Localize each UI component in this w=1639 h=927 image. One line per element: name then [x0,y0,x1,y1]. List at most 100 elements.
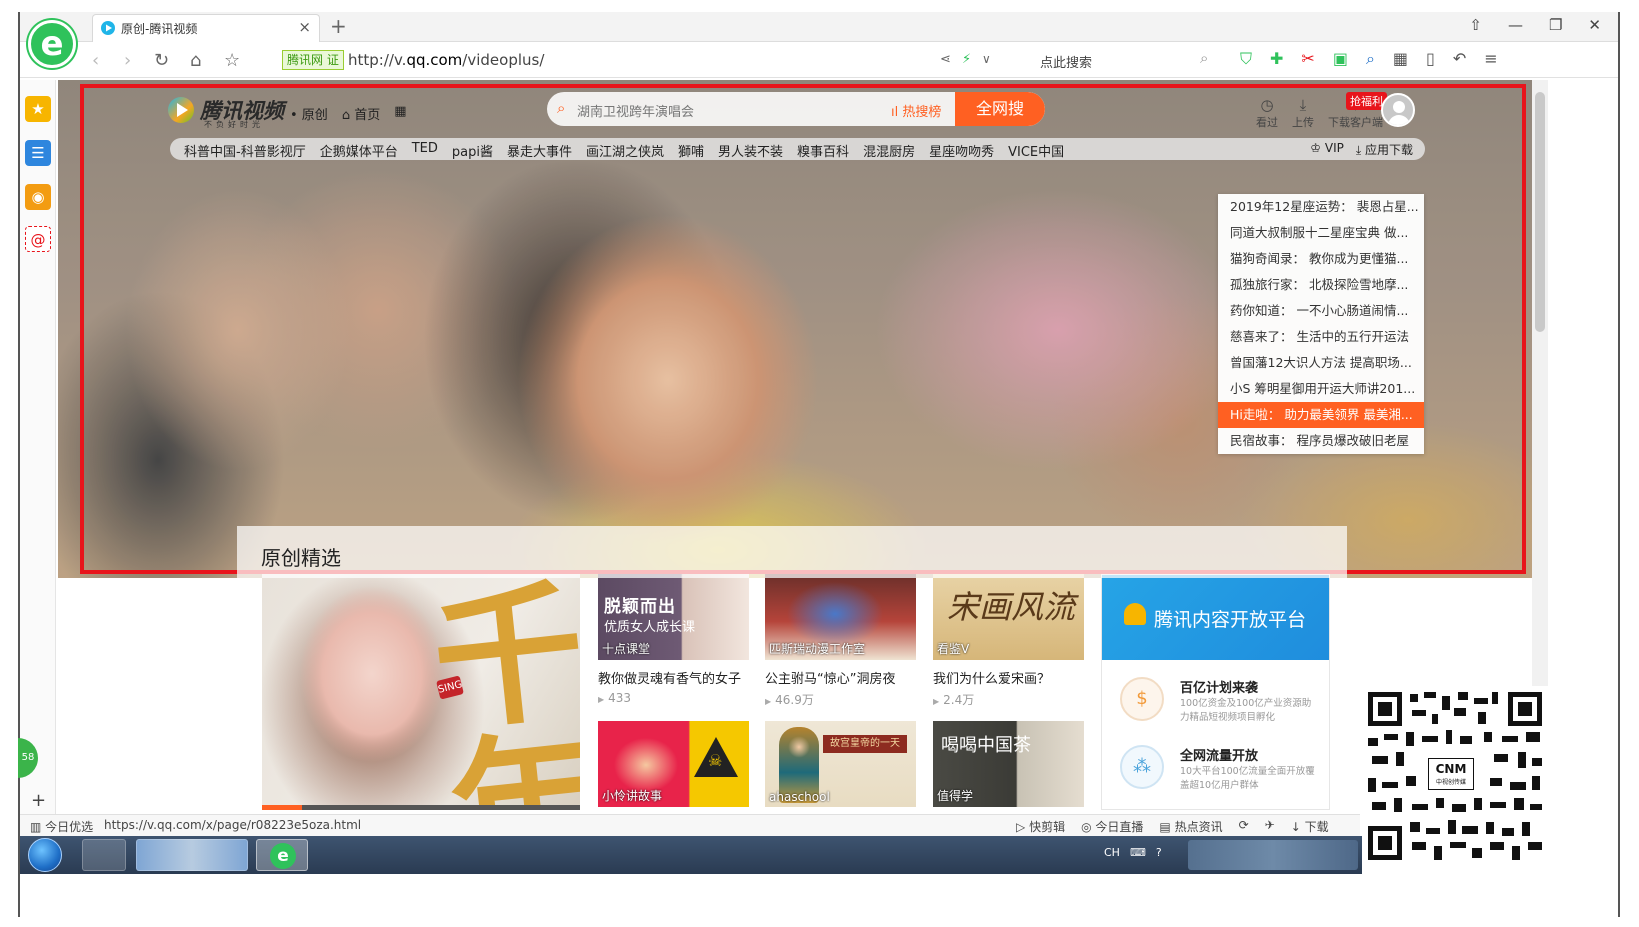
app-download-link[interactable]: ⤓ 应用下载 [1356,141,1413,158]
video-thumbnail[interactable]: 匹斯瑞动漫工作室 [765,574,916,660]
scissors-icon[interactable]: ✂ [1301,49,1314,69]
promo-item[interactable]: ⁂ 全网流量开放 10大平台100亿流量全面开放覆盖超10亿用户群体 [1102,737,1331,805]
share-icon[interactable]: ⋖ [940,52,951,67]
channel-item[interactable]: 科普中国-科普影视厅 [184,141,306,160]
history-button[interactable]: ◷ 看过 [1256,96,1278,130]
search-input[interactable]: 点此搜索 [1040,52,1092,71]
forward-icon[interactable]: › [124,50,131,71]
weibo-icon[interactable]: ◉ [25,184,51,210]
nav-original[interactable]: • 原创 [290,104,328,123]
video-search-input[interactable]: 湖南卫视跨年演唱会 [577,101,694,120]
list-item[interactable]: 同道大叔制服十二星座宝典 做... [1218,220,1424,246]
list-item[interactable]: 慈喜来了： 生活中的五行开运法 [1218,324,1424,350]
refresh-icon[interactable]: ⟳ [1239,818,1249,835]
list-item-active[interactable]: Hi走啦： 助力最美领界 最美湘... [1218,402,1424,428]
video-thumbnail[interactable]: 宋画风流 看鉴V [933,574,1084,660]
tab-active[interactable]: 原创-腾讯视频 × [92,14,320,42]
nav-home[interactable]: ⌂ 首页 [342,104,380,123]
magnifier-icon[interactable]: ⌕ [1366,49,1375,69]
mail-icon[interactable]: @ [25,226,51,252]
channel-item[interactable]: papi酱 [452,141,493,160]
search-icon[interactable]: ⌕ [1200,49,1208,67]
channel-item[interactable]: 獅哺 [678,141,704,160]
content-platform-promo[interactable]: 腾讯内容开放平台 $ 百亿计划来袭 100亿资金及100亿产业资源助力精品短视频… [1101,574,1330,810]
list-item[interactable]: 药你知道： 一不小心肠道闹情... [1218,298,1424,324]
undo-icon[interactable]: ↶ [1453,49,1466,69]
video-card[interactable]: 小怜讲故事 [598,721,749,807]
channel-item[interactable]: 企鹅媒体平台 [320,141,398,160]
video-thumbnail[interactable]: 脱颖而出 优质女人成长课 十点课堂 [598,574,749,660]
video-card[interactable]: 宋画风流 看鉴V 我们为什么爱宋画？ 2.4万 [933,574,1084,708]
browser-logo-icon[interactable]: e [28,20,76,68]
video-card[interactable]: 匹斯瑞动漫工作室 公主驸马“惊心”洞房夜 46.9万 [765,574,916,708]
channel-item[interactable]: 星座吻吻秀 [929,141,994,160]
video-thumbnail[interactable]: 小怜讲故事 [598,721,749,807]
featured-big-video[interactable]: 千年 SING [262,574,580,810]
help-icon[interactable]: ? [1156,846,1162,859]
taskbar-app-button[interactable] [82,839,126,871]
favorite-star-icon[interactable]: ☆ [224,50,240,71]
news-link[interactable]: ▤ 热点资讯 [1159,818,1222,835]
promo-item[interactable]: $ 百亿计划来袭 100亿资金及100亿产业资源助力精品短视频项目孵化 [1102,669,1331,737]
channel-item[interactable]: 画江湖之侠岚 [586,141,664,160]
reader-icon[interactable]: ▯ [1426,49,1435,69]
close-button[interactable]: ✕ [1588,16,1601,34]
scroll-thumb[interactable] [1535,92,1545,332]
video-title[interactable]: 教你做灵魂有香气的女子 [598,668,749,687]
keyboard-icon[interactable]: ⌨ [1130,846,1146,859]
menu-icon[interactable]: ≡ [1484,49,1497,69]
video-thumbnail[interactable]: 喝喝中国茶 值得学 [933,721,1084,807]
list-item[interactable]: 小S 筹明星御用开运大师讲201... [1218,376,1424,402]
today-picks-link[interactable]: ▥ 今日优选 [30,818,93,835]
live-link[interactable]: ◎ 今日直播 [1081,818,1143,835]
apps-grid-icon[interactable]: ▦ [1393,49,1408,69]
refresh-icon[interactable]: ↻ [154,50,169,71]
lightning-icon[interactable]: ⚡ [962,52,971,67]
upload-button[interactable]: ⤓ 上传 [1292,96,1314,130]
channel-item[interactable]: 糗事百科 [797,141,849,160]
restore-button[interactable]: ❐ [1549,16,1562,34]
chevron-down-icon[interactable]: ∨ [982,52,991,66]
avatar[interactable] [1381,93,1415,127]
video-card[interactable]: 故宫皇帝的一天 ahaschool [765,721,916,807]
list-item[interactable]: 猫狗奇闻录： 教你成为更懂猫... [1218,246,1424,272]
shield-icon[interactable]: ⛉ [1240,49,1252,69]
pin-icon[interactable]: ⇧ [1469,16,1482,34]
game-icon[interactable]: ▣ [1333,49,1348,69]
channel-item[interactable]: 混混厨房 [863,141,915,160]
new-tab-button[interactable]: + [330,14,347,38]
channel-item[interactable]: 男人装不装 [718,141,783,160]
reading-list-icon[interactable]: ☰ [25,140,51,166]
site-verified-badge[interactable]: 腾讯网 证 [282,50,344,70]
hot-rank-link[interactable]: ıl 热搜榜 [891,101,941,120]
video-card[interactable]: 脱颖而出 优质女人成长课 十点课堂 教你做灵魂有香气的女子 433 [598,574,749,705]
taskbar-browser-button[interactable]: e [256,839,308,871]
video-title[interactable]: 我们为什么爱宋画？ [933,668,1084,687]
download-link[interactable]: ↓ 下载 [1291,818,1329,835]
sidebar-add-icon[interactable]: + [31,790,46,811]
extension-icon[interactable]: ✚ [1270,49,1283,69]
input-method-indicator[interactable]: CH [1104,846,1120,859]
quick-edit-link[interactable]: ▷ 快剪辑 [1016,818,1065,835]
url-input[interactable]: http://v.qq.com/videoplus/ [348,51,544,69]
favorites-star-icon[interactable]: ★ [25,96,51,122]
video-card[interactable]: 喝喝中国茶 值得学 [933,721,1084,807]
channel-item[interactable]: VICE中国 [1008,141,1064,160]
minimize-button[interactable]: — [1508,16,1523,34]
vip-link[interactable]: ♔ VIP [1310,141,1344,158]
list-item[interactable]: 曾国藩12大识人方法 提高职场... [1218,350,1424,376]
windows-start-icon[interactable] [28,838,62,872]
pin-icon[interactable]: ✈ [1265,818,1275,835]
channel-item[interactable]: TED [412,141,438,160]
channel-item[interactable]: 暴走大事件 [507,141,572,160]
categories-grid-icon[interactable]: ▦ [394,104,406,123]
list-item[interactable]: 孤独旅行家： 北极探险雪地摩... [1218,272,1424,298]
video-title[interactable]: 公主驸马“惊心”洞房夜 [765,668,916,687]
taskbar-app-button[interactable] [136,839,248,871]
video-thumbnail[interactable]: 故宫皇帝的一天 ahaschool [765,721,916,807]
tab-close-icon[interactable]: × [298,18,311,36]
list-item[interactable]: 民宿故事： 程序员爆改破旧老屋 [1218,428,1424,454]
home-icon[interactable]: ⌂ [190,50,201,71]
list-item[interactable]: 2019年12星座运势： 裴恩占星... [1218,194,1424,220]
search-all-button[interactable]: 全网搜 [955,92,1045,126]
